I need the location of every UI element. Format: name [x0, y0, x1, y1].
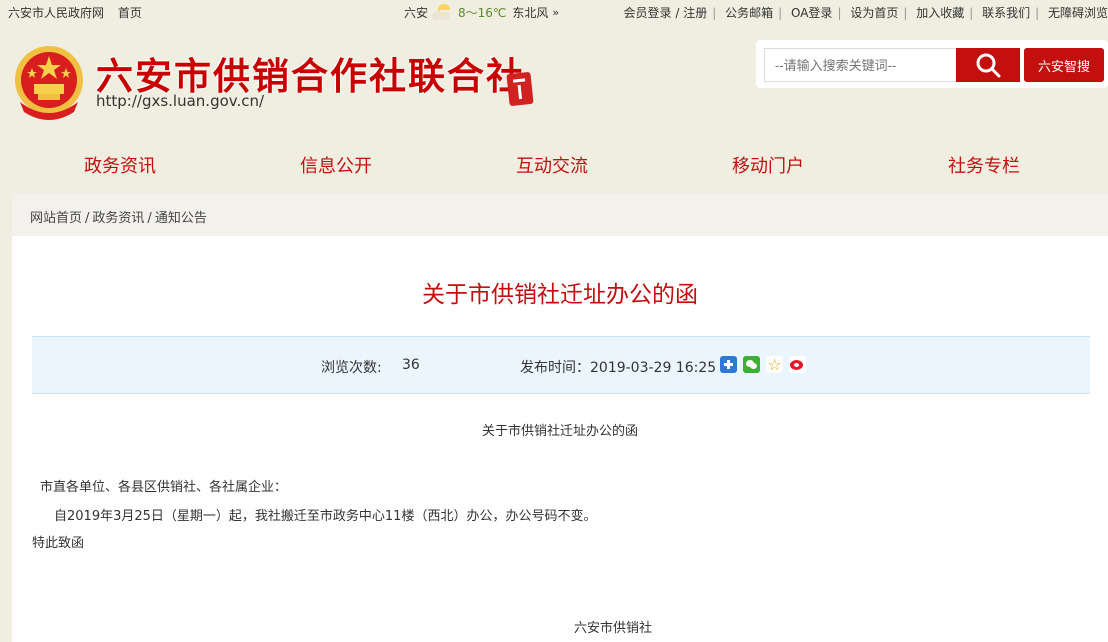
top-right-links: 会员登录 / 注册 | 公务邮箱 | OA登录 | 设为首页 | 加入收藏 | 联系我们 |… [623, 6, 1108, 20]
breadcrumb: 网站首页 / 政务资讯 / 通知公告 [12, 193, 1108, 236]
search-button[interactable] [956, 48, 1020, 82]
weibo-icon[interactable] [789, 356, 806, 373]
nav-item-news[interactable]: 政务资讯 [84, 152, 156, 178]
content-panel: 网站首页 / 政务资讯 / 通知公告 关于市供销社迁址办公的函 浏览次数: 36 发布时… [12, 193, 1108, 642]
search-icon [976, 53, 1001, 78]
add-favorite-link[interactable]: 加入收藏 [916, 6, 964, 20]
breadcrumb-notices[interactable]: 通知公告 [155, 211, 207, 226]
login-register-link[interactable]: 会员登录 / 注册 [624, 6, 708, 20]
closing-text: 特此致函 [32, 536, 85, 551]
qzone-star-icon[interactable]: ☆ [766, 356, 783, 373]
views-count: 36 [402, 357, 420, 373]
weather-more-icon[interactable]: » [552, 6, 559, 19]
breadcrumb-home[interactable]: 网站首页 [30, 211, 82, 226]
set-homepage-link[interactable]: 设为首页 [850, 6, 898, 20]
weather-wind: 东北风 [512, 6, 549, 20]
weather-temp: 8～16℃ [458, 6, 507, 20]
nav-item-interaction[interactable]: 互动交流 [516, 152, 588, 178]
site-header: 六安市供销合作社联合社 http://gxs.luan.gov.cn/ 六安智搜 [0, 24, 1108, 140]
share-plus-icon[interactable] [720, 356, 737, 373]
nav-item-affairs-column[interactable]: 社务专栏 [948, 152, 1020, 178]
body-text: 自2019年3月25日（星期一）起，我社搬迁至市政务中心11楼（西北）办公，办公… [54, 509, 597, 524]
weather-city: 六安 [404, 6, 429, 20]
breadcrumb-news[interactable]: 政务资讯 [92, 211, 144, 226]
search-input[interactable] [764, 48, 956, 82]
views-label: 浏览次数: [321, 360, 382, 376]
article-meta: 浏览次数: 36 发布时间：2019-03-29 16:25 ☆ [32, 336, 1090, 394]
gov-link[interactable]: 六安市人民政府网 [8, 6, 104, 20]
sun-cloud-icon [432, 3, 454, 20]
main-nav: 政务资讯 信息公开 互动交流 移动门户 社务专栏 [0, 140, 1108, 190]
search-box: 六安智搜 [756, 40, 1108, 88]
nav-item-info-disclosure[interactable]: 信息公开 [300, 152, 372, 178]
national-emblem-icon [15, 46, 83, 120]
seal-stamp-icon [506, 71, 534, 107]
nav-item-mobile-portal[interactable]: 移动门户 [732, 152, 804, 178]
top-left-links: 六安市人民政府网 首页 [8, 4, 152, 21]
site-url: http://gxs.luan.gov.cn/ [96, 92, 265, 110]
share-icons: ☆ [720, 356, 806, 373]
weather-widget: 六安 8～16℃ 东北风 » [404, 3, 559, 21]
contact-link[interactable]: 联系我们 [982, 6, 1030, 20]
signature-text: 六安市供销社 [574, 621, 653, 636]
mailbox-link[interactable]: 公务邮箱 [725, 6, 773, 20]
accessibility-link[interactable]: 无障碍浏览 [1048, 6, 1108, 20]
smart-search-button[interactable]: 六安智搜 [1024, 48, 1104, 82]
document-heading: 关于市供销社迁址办公的函 [481, 424, 638, 439]
top-bar: 六安市人民政府网 首页 六安 8～16℃ 东北风 » 会员登录 / 注册 | 公务… [0, 0, 1108, 24]
article-title: 关于市供销社迁址办公的函 [422, 282, 698, 308]
salutation-text: 市直各单位、各县区供销社、各社属企业： [40, 480, 288, 495]
wechat-icon[interactable] [743, 356, 760, 373]
home-link[interactable]: 首页 [118, 6, 142, 20]
publish-date: 发布时间：2019-03-29 16:25 [520, 360, 717, 376]
oa-login-link[interactable]: OA登录 [791, 6, 832, 20]
